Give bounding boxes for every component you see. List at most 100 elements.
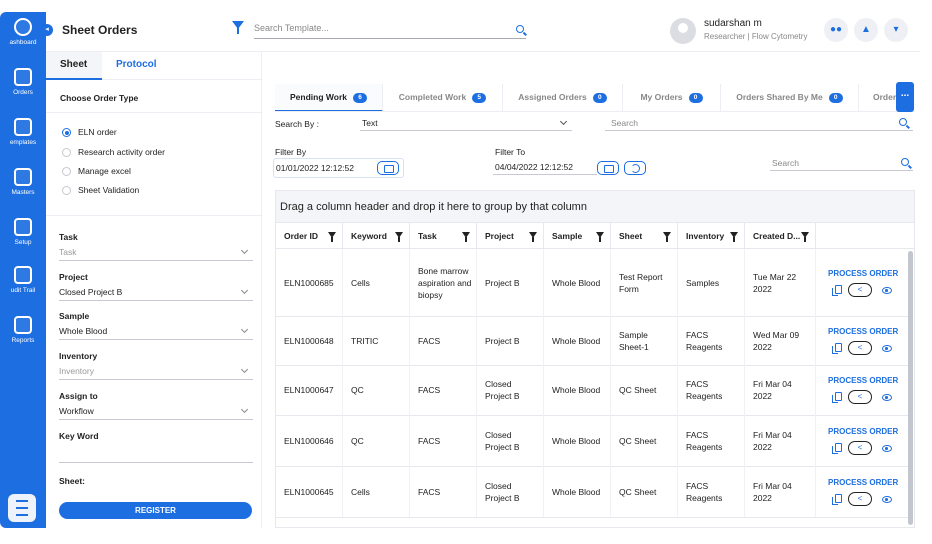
column-header-sheet[interactable]: Sheet	[611, 223, 678, 249]
menu-list-button[interactable]	[8, 494, 36, 522]
share-icon[interactable]: <	[848, 283, 872, 297]
more-tabs-button[interactable]: ...	[896, 82, 914, 112]
cell-text: Cells	[351, 486, 370, 497]
nav-item-masters[interactable]: Masters	[0, 168, 46, 196]
search-icon[interactable]	[901, 158, 909, 166]
filter-icon[interactable]	[596, 232, 604, 242]
search-icon[interactable]	[899, 118, 907, 126]
column-header-created-date[interactable]: Created D...	[745, 223, 816, 249]
users-group-icon[interactable]: ●●	[824, 18, 848, 42]
column-header-actions	[816, 223, 914, 249]
column-header-project[interactable]: Project	[477, 223, 544, 249]
column-header-task[interactable]: Task	[410, 223, 477, 249]
search-by-select[interactable]: Text	[360, 117, 572, 131]
calendar-icon[interactable]	[377, 161, 399, 175]
radio-dot[interactable]	[62, 186, 71, 195]
filter-to-date-input[interactable]: 04/04/2022 12:12:52	[493, 161, 597, 175]
copy-icon[interactable]	[832, 285, 842, 296]
cell-inventory: FACS Reagents	[678, 316, 745, 365]
collapse-rail-icon[interactable]: ◂	[41, 24, 53, 36]
tab-label: My Orders	[640, 92, 683, 102]
process-order-link[interactable]: PROCESS ORDER	[828, 269, 898, 278]
cell-text: ELN1000648	[284, 335, 334, 346]
column-header-order-id[interactable]: Order ID	[276, 223, 343, 249]
share-icon[interactable]: <	[848, 492, 872, 506]
process-order-link[interactable]: PROCESS ORDER	[828, 327, 898, 336]
project-select-value: Closed Project B	[59, 287, 123, 297]
share-icon[interactable]: <	[848, 341, 872, 355]
refresh-icon[interactable]	[624, 161, 646, 175]
share-icon[interactable]: <	[848, 441, 872, 455]
copy-icon[interactable]	[832, 494, 842, 505]
grid-search-input[interactable]: Search	[770, 157, 913, 171]
tab-my-orders[interactable]: My Orders 0	[623, 84, 721, 111]
scrollbar[interactable]	[908, 251, 913, 525]
template-search-input[interactable]: Search Template...	[254, 23, 526, 39]
view-eye-icon[interactable]	[882, 445, 892, 452]
order-search-input[interactable]: Search	[605, 117, 913, 131]
radio-dot[interactable]	[62, 148, 71, 157]
tab-sheet[interactable]: Sheet	[46, 52, 102, 80]
project-select[interactable]: Closed Project B	[59, 285, 253, 301]
cell-text: Bone marrow aspiration and biopsy	[418, 265, 472, 300]
nav-item-templates[interactable]: emplates	[0, 118, 46, 146]
cell-text: QC Sheet	[619, 435, 657, 446]
copy-icon[interactable]	[832, 443, 842, 454]
column-header-inventory[interactable]: Inventory	[678, 223, 745, 249]
column-header-label: Keyword	[351, 231, 387, 241]
tab-completed-work[interactable]: Completed Work 5	[383, 84, 503, 111]
nav-item-label: Orders	[13, 89, 33, 96]
calendar-icon[interactable]	[597, 161, 619, 175]
nav-item-reports[interactable]: Reports	[0, 316, 46, 344]
avatar[interactable]	[670, 18, 696, 44]
nav-item-audit-trail[interactable]: udit Trail	[0, 266, 46, 294]
nav-item-setup[interactable]: Setup	[0, 218, 46, 246]
cell-text: Whole Blood	[552, 277, 601, 288]
search-icon[interactable]	[516, 25, 524, 33]
tab-protocol[interactable]: Protocol	[102, 52, 171, 80]
process-order-link[interactable]: PROCESS ORDER	[828, 478, 898, 487]
tab-assigned-orders[interactable]: Assigned Orders 0	[503, 84, 623, 111]
filter-icon[interactable]	[462, 232, 470, 242]
sample-select[interactable]: Whole Blood	[59, 324, 253, 340]
tab-orders-shared-by-me[interactable]: Orders Shared By Me 0	[721, 84, 859, 111]
filter-icon[interactable]	[730, 232, 738, 242]
nav-item-orders[interactable]: Orders	[0, 68, 46, 96]
view-eye-icon[interactable]	[882, 394, 892, 401]
cell-text: FACS	[418, 385, 441, 395]
process-order-link[interactable]: PROCESS ORDER	[828, 427, 898, 436]
task-select-value: Task	[59, 247, 77, 257]
filter-by-date-input[interactable]: 01/01/2022 12:12:52	[273, 158, 404, 178]
filter-icon[interactable]	[663, 232, 671, 242]
filter-icon[interactable]	[395, 232, 403, 242]
filter-icon[interactable]	[328, 232, 336, 242]
copy-icon[interactable]	[832, 392, 842, 403]
radio-dot[interactable]	[62, 167, 71, 176]
filter-icon[interactable]	[529, 232, 537, 242]
cell-created-date: Fri Mar 04 2022	[745, 466, 816, 517]
task-select[interactable]: Task	[59, 245, 253, 261]
assign-to-select[interactable]: Workflow	[59, 404, 253, 420]
chevron-down-icon[interactable]: ▾	[884, 18, 908, 42]
filter-icon[interactable]	[801, 232, 809, 242]
copy-icon[interactable]	[832, 343, 842, 354]
top-bar: Sheet Orders Search Template... sudarsha…	[46, 12, 920, 52]
tab-pending-work[interactable]: Pending Work 6	[275, 84, 383, 111]
column-header-keyword[interactable]: Keyword	[343, 223, 410, 249]
process-order-link[interactable]: PROCESS ORDER	[828, 376, 898, 385]
group-by-bar[interactable]: Drag a column header and drop it here to…	[276, 191, 914, 223]
column-header-sample[interactable]: Sample	[544, 223, 611, 249]
view-eye-icon[interactable]	[882, 345, 892, 352]
view-eye-icon[interactable]	[882, 496, 892, 503]
nav-item-dashboard[interactable]: ashboard	[0, 18, 46, 46]
view-eye-icon[interactable]	[882, 287, 892, 294]
share-icon[interactable]: <	[848, 390, 872, 404]
radio-dot-selected[interactable]	[62, 128, 71, 137]
cell-task: FACS	[410, 365, 477, 415]
tab-label: Assigned Orders	[518, 92, 587, 102]
bell-icon[interactable]: ▲	[854, 18, 878, 42]
keyword-input[interactable]	[59, 447, 253, 463]
register-button[interactable]: REGISTER	[59, 502, 252, 519]
inventory-select[interactable]: Inventory	[59, 364, 253, 380]
filter-icon[interactable]	[232, 21, 244, 34]
